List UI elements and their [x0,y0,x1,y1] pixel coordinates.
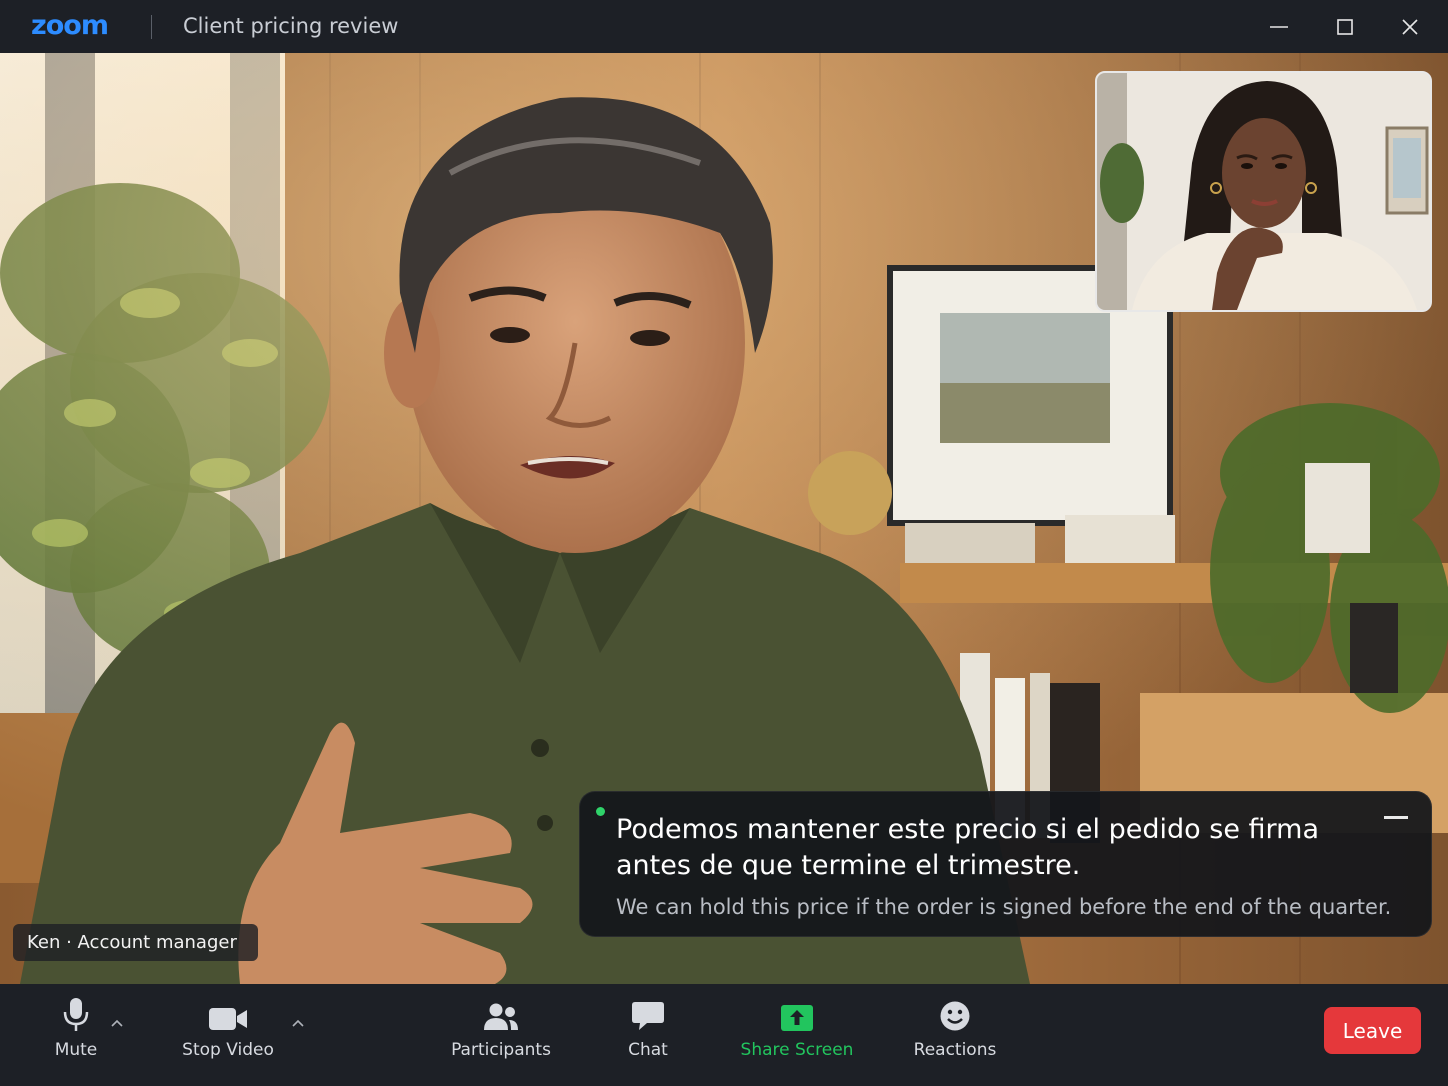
close-icon [1402,19,1418,35]
chevron-up-icon [111,1019,123,1027]
minimize-icon [1270,26,1288,28]
leave-button[interactable]: Leave [1324,1007,1421,1054]
microphone-icon [63,998,89,1031]
maximize-icon [1337,19,1353,35]
chat-bubble-icon [632,1002,664,1030]
self-view-thumbnail[interactable] [1095,71,1432,312]
share-screen-icon [781,1005,813,1031]
video-options-caret[interactable] [292,1013,304,1032]
live-indicator-dot [596,807,605,816]
participant-video-feed [1097,73,1430,310]
smiley-face-icon [940,1001,970,1031]
meeting-title: Client pricing review [183,14,399,38]
close-button[interactable] [1393,10,1427,44]
title-divider [151,15,152,39]
stop-video-label: Stop Video [182,1040,274,1060]
participants-button[interactable]: Participants [450,984,552,1086]
chat-button[interactable]: Chat [618,984,678,1086]
chevron-up-icon [292,1019,304,1027]
minimize-caption-button[interactable] [1384,816,1408,819]
audio-options-caret[interactable] [111,1013,123,1032]
participants-icon [484,1003,518,1030]
zoom-logo: zoom [31,10,109,41]
chat-label: Chat [628,1040,668,1060]
stop-video-button[interactable]: Stop Video [176,984,280,1086]
mute-label: Mute [54,1040,98,1060]
share-screen-label: Share Screen [740,1040,854,1060]
main-video[interactable]: Ken · Account manager Podemos mantener e… [0,53,1448,984]
share-screen-button[interactable]: Share Screen [740,984,854,1086]
title-bar: zoom Client pricing review [0,0,1448,53]
participants-label: Participants [451,1040,551,1060]
mute-button[interactable]: Mute [40,984,112,1086]
video-camera-icon [209,1008,247,1030]
live-caption-panel: Podemos mantener este precio si el pedid… [579,791,1432,937]
speaker-name-tag: Ken · Account manager [13,924,258,961]
minimize-button[interactable] [1262,10,1296,44]
maximize-button[interactable] [1328,10,1362,44]
reactions-label: Reactions [913,1040,997,1060]
caption-original-text: Podemos mantener este precio si el pedid… [616,814,1320,881]
caption-translation-text: We can hold this price if the order is s… [616,895,1392,919]
reactions-button[interactable]: Reactions [912,984,998,1086]
